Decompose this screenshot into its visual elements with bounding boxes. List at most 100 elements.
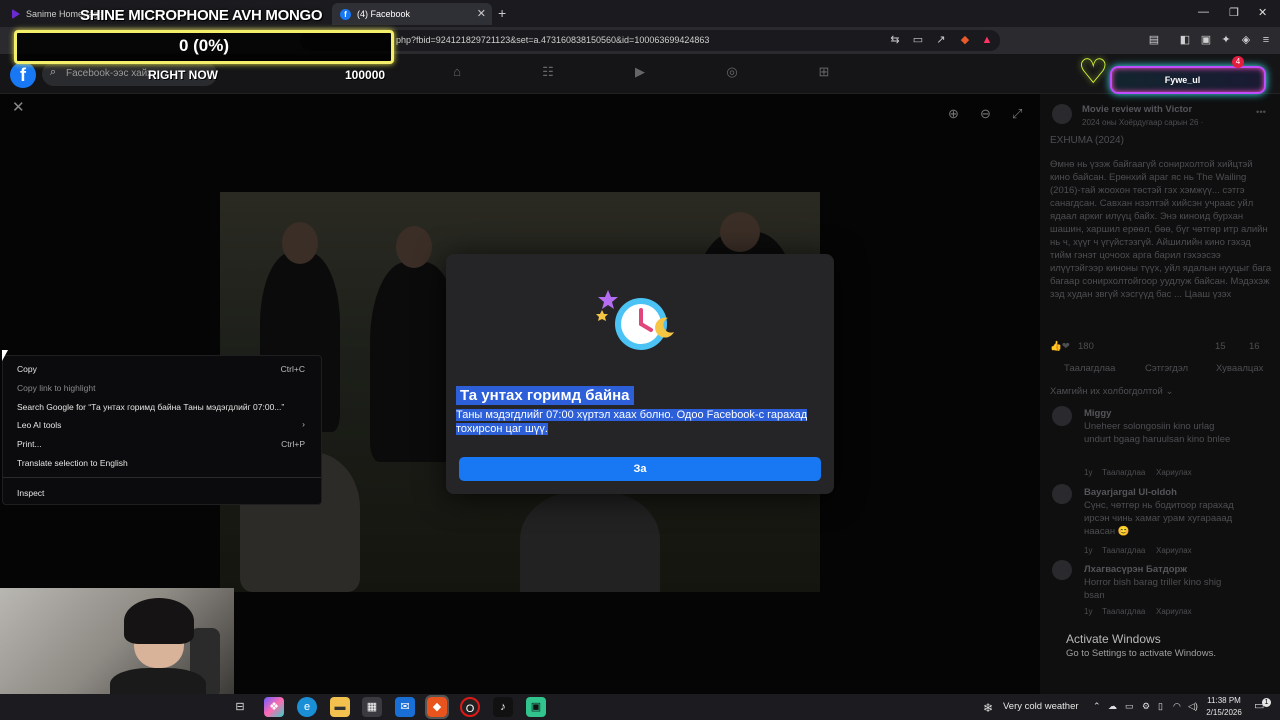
home-icon[interactable]: ⌂ xyxy=(447,64,467,82)
share-action[interactable]: Хуваалцах xyxy=(1216,362,1263,375)
close-viewer-icon[interactable]: ✕ xyxy=(12,98,25,116)
webcam-feed xyxy=(0,588,234,694)
chevron-up-icon[interactable]: ⌃ xyxy=(1093,701,1101,712)
search-icon: ⌕ xyxy=(50,66,57,78)
search-placeholder: Facebook-ээс хайх xyxy=(66,68,153,79)
tray-app-icon[interactable]: ☁ xyxy=(1108,701,1117,712)
tiktok-icon[interactable]: ♪ xyxy=(493,697,513,717)
comment-time: 1y xyxy=(1084,468,1093,477)
store-icon[interactable]: ▦ xyxy=(362,697,382,717)
vpn-icon[interactable]: ◈ xyxy=(1239,33,1253,47)
edge-icon[interactable]: e xyxy=(297,697,317,717)
watch-icon[interactable]: ▶ xyxy=(630,64,650,82)
comment-time: 1y xyxy=(1084,607,1093,616)
file-explorer-icon[interactable]: ▬ xyxy=(330,697,350,717)
groups-icon[interactable]: ◎ xyxy=(722,64,742,82)
brave-icon[interactable]: ◆ xyxy=(425,695,449,719)
comment-author[interactable]: Лхагвасүрэн Батдорж xyxy=(1084,564,1187,575)
weather-text[interactable]: Very cold weather xyxy=(1003,701,1079,712)
comment-like[interactable]: Таалагдлаа xyxy=(1102,605,1145,618)
opera-icon[interactable]: O xyxy=(460,697,480,717)
maximize-button[interactable]: ❐ xyxy=(1229,6,1239,19)
comments-filter[interactable]: Хамгийн их холбогдолтой ⌄ xyxy=(1050,385,1173,398)
overlay-right-now: RIGHT NOW xyxy=(148,68,218,82)
menu-item-copy[interactable]: Copy xyxy=(17,364,37,374)
avatar[interactable] xyxy=(1052,484,1072,504)
brave-rewards-icon[interactable]: ▲ xyxy=(980,33,994,47)
comment-action[interactable]: Сэтгэгдэл xyxy=(1145,362,1188,375)
menu-item-translate[interactable]: Translate selection to English xyxy=(17,458,128,468)
alarm-clock-icon xyxy=(596,290,674,350)
zoom-out-icon[interactable]: ⊖ xyxy=(980,106,991,122)
tab-facebook[interactable]: f (4) Facebook ✕ xyxy=(332,3,492,25)
more-options-icon[interactable]: ••• xyxy=(1256,106,1266,119)
notification-badge: 4 xyxy=(1232,56,1244,68)
comment-count[interactable]: 15 xyxy=(1215,340,1226,353)
menu-item-leo-ai[interactable]: Leo AI tools xyxy=(17,420,61,430)
chevron-right-icon: › xyxy=(302,419,305,429)
window-close-button[interactable]: ✕ xyxy=(1258,6,1267,19)
reader-icon[interactable]: ▤ xyxy=(1147,33,1161,47)
dialog-body-text: Таны мэдэгдлийг 07:00 хүртэл хаах болно.… xyxy=(456,409,808,435)
context-menu: Copy Ctrl+C Copy link to highlight Searc… xyxy=(2,355,322,505)
brave-shield-icon[interactable]: ◆ xyxy=(958,33,972,47)
dialog-ok-button[interactable]: За xyxy=(459,457,821,481)
mail-icon[interactable]: ✉ xyxy=(395,697,415,717)
task-view-icon[interactable]: ⊟ xyxy=(230,697,250,717)
volume-icon[interactable]: ◁) xyxy=(1188,701,1198,712)
post-page-name[interactable]: Movie review with Victor xyxy=(1082,104,1192,115)
menu-icon[interactable]: ≡ xyxy=(1259,33,1273,47)
comment-author[interactable]: Bayarjargal Ul-oldoh xyxy=(1084,487,1177,498)
comment-reply[interactable]: Хариулах xyxy=(1156,544,1192,557)
clock-time[interactable]: 11:38 PM xyxy=(1206,696,1242,705)
comment-like[interactable]: Таалагдлаа xyxy=(1102,544,1145,557)
like-action[interactable]: Таалагдлаа xyxy=(1064,362,1115,375)
notification-count-badge: 1 xyxy=(1262,698,1271,707)
weather-icon[interactable]: ❄ xyxy=(983,701,993,715)
wallet-icon[interactable]: ▣ xyxy=(1199,33,1213,47)
reactions-icon: 👍❤ xyxy=(1050,341,1070,352)
menu-item-search-google[interactable]: Search Google for “Та унтах горимд байна… xyxy=(17,402,284,412)
menu-divider xyxy=(3,477,321,478)
copilot-icon[interactable]: ❖ xyxy=(264,697,284,717)
taskbar xyxy=(0,694,1280,720)
comment-author[interactable]: Miggy xyxy=(1084,408,1111,419)
clock-date[interactable]: 2/15/2026 xyxy=(1204,708,1244,717)
gaming-icon[interactable]: ⊞ xyxy=(814,64,834,82)
cast-icon[interactable]: ▭ xyxy=(911,33,925,47)
dialog-body: Таны мэдэгдлийг 07:00 хүртэл хаах болно.… xyxy=(456,408,818,436)
avatar[interactable] xyxy=(1052,560,1072,580)
post-sidebar: Movie review with Victor 2024 оны Хоёрду… xyxy=(1040,94,1280,694)
comment-reply[interactable]: Хариулах xyxy=(1156,466,1192,479)
reaction-count[interactable]: 180 xyxy=(1078,340,1094,353)
translate-icon[interactable]: ⇆ xyxy=(888,33,902,47)
comment-reply[interactable]: Хариулах xyxy=(1156,605,1192,618)
menu-item-print[interactable]: Print... xyxy=(17,439,42,449)
new-tab-button[interactable]: + xyxy=(498,5,506,21)
friends-icon[interactable]: ☷ xyxy=(538,64,558,82)
battery-icon[interactable]: ▯ xyxy=(1158,701,1163,712)
share-icon[interactable]: ↗ xyxy=(934,33,948,47)
facebook-logo[interactable]: f xyxy=(10,62,36,88)
neon-viewer-name: Fywe_ul xyxy=(1164,75,1201,85)
menu-item-inspect[interactable]: Inspect xyxy=(17,488,44,498)
streaming-app-icon[interactable]: ▣ xyxy=(526,697,546,717)
close-tab-icon[interactable]: ✕ xyxy=(477,7,486,20)
comment-text: Uneheer solongosiin kino urlag undurt bg… xyxy=(1084,421,1231,445)
neon-heart-icon: ♡ xyxy=(1078,53,1109,91)
zoom-in-icon[interactable]: ⊕ xyxy=(948,106,959,122)
avatar[interactable] xyxy=(1052,104,1072,124)
wifi-icon[interactable]: ◠ xyxy=(1173,701,1181,712)
tray-app-icon[interactable]: ⚙ xyxy=(1142,701,1150,712)
leo-ai-icon[interactable]: ✦ xyxy=(1219,33,1233,47)
share-count[interactable]: 16 xyxy=(1249,340,1260,353)
minimize-button[interactable]: — xyxy=(1198,6,1209,18)
comment-like[interactable]: Таалагдлаа xyxy=(1102,466,1145,479)
mouse-cursor-icon xyxy=(2,350,8,361)
overlay-goal: 100000 xyxy=(345,68,386,82)
post-body: Өмнө нь үзэж байгаагүй сонирхолтой хийцт… xyxy=(1050,159,1272,300)
fullscreen-icon[interactable]: ⤢ xyxy=(1012,106,1022,122)
sidebar-icon[interactable]: ◧ xyxy=(1178,33,1192,47)
tray-app-icon[interactable]: ▭ xyxy=(1125,701,1134,712)
avatar[interactable] xyxy=(1052,406,1072,426)
